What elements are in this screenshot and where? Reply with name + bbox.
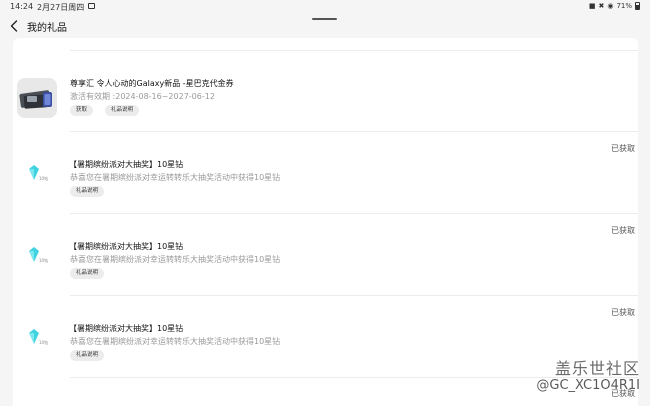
battery-level: 71% — [616, 2, 632, 10]
header: 我的礼品 — [0, 13, 650, 37]
list-divider — [70, 295, 638, 296]
status-bar: 14:24 2月27日周四 ■ ✖ ◉ 71% — [0, 0, 650, 13]
wifi-icon: ◉ — [607, 2, 614, 10]
page-title: 我的礼品 — [27, 23, 67, 34]
watermark-community-name: 盖乐世社区 — [554, 359, 640, 378]
gift-item-starbucks[interactable]: 尊享汇 令人心动的Galaxy新品 -星巴克代金券 激活有效期 :2024-08… — [13, 62, 638, 132]
gallery-notification-icon — [88, 3, 95, 9]
diamond-caption: 10钻 — [39, 339, 48, 345]
gift-item-diamond[interactable]: 10钻 已获取 【暑期缤纷派对大抽奖】10星钻 恭喜您在暑期缤纷派对幸运转转乐大… — [13, 297, 638, 377]
diamond-caption: 10钻 — [39, 175, 48, 181]
list-divider — [70, 131, 638, 132]
diamond-icon: 10钻 — [17, 162, 57, 202]
status-icons: ■ ✖ ◉ 71% — [589, 2, 640, 10]
status-date: 2月27日周四 — [37, 3, 85, 12]
gift-title: 尊享汇 令人心动的Galaxy新品 -星巴克代金券 — [70, 79, 234, 88]
status-obtained: 已获取 — [611, 144, 635, 153]
list-divider — [70, 213, 638, 214]
gift-title: 【暑期缤纷派对大抽奖】10星钻 — [69, 324, 184, 333]
watermark-user-handle: @GC_XC1O4R1I — [536, 378, 640, 393]
gift-item-diamond[interactable]: 10钻 已获取 【暑期缤纷派对大抽奖】10星钻 恭喜您在暑期缤纷派对幸运转转乐大… — [13, 133, 638, 213]
diamond-icon: 10钻 — [17, 244, 57, 284]
gift-description: 恭喜您在暑期缤纷派对幸运转转乐大抽奖活动中获得10星钻 — [70, 173, 281, 182]
gift-title: 【暑期缤纷派对大抽奖】10星钻 — [69, 160, 184, 169]
battery-icon — [635, 2, 640, 10]
diamond-icon: 10钻 — [17, 326, 57, 366]
gift-info-button[interactable]: 礼品说明 — [70, 350, 105, 361]
gift-info-button[interactable]: 礼品说明 — [70, 268, 105, 279]
screen: 14:24 2月27日周四 ■ ✖ ◉ 71% 我的礼品 尊享汇 令人心动的Ga… — [0, 0, 650, 406]
lock-icon: ■ — [588, 2, 596, 10]
status-time: 14:24 — [10, 2, 34, 11]
mute-icon: ✖ — [598, 2, 605, 10]
diamond-caption: 10钻 — [39, 257, 48, 263]
status-obtained: 已获取 — [611, 308, 635, 317]
list-divider — [70, 50, 638, 51]
gift-info-button[interactable]: 礼品说明 — [70, 186, 105, 197]
gift-item-diamond[interactable]: 10钻 已获取 【暑期缤纷派对大抽奖】10星钻 恭喜您在暑期缤纷派对幸运转转乐大… — [13, 215, 638, 295]
status-obtained: 已获取 — [611, 226, 635, 235]
back-button[interactable] — [6, 17, 22, 35]
gift-title: 【暑期缤纷派对大抽奖】10星钻 — [69, 242, 184, 251]
gift-info-button[interactable]: 礼品说明 — [105, 105, 140, 116]
gift-list: 尊享汇 令人心动的Galaxy新品 -星巴克代金券 激活有效期 :2024-08… — [13, 38, 638, 406]
chevron-left-icon — [10, 20, 18, 32]
starbucks-card-icon — [17, 78, 57, 118]
get-button[interactable]: 获取 — [70, 105, 94, 116]
gift-description: 恭喜您在暑期缤纷派对幸运转转乐大抽奖活动中获得10星钻 — [70, 337, 281, 346]
gift-validity: 激活有效期 :2024-08-16~2027-06-12 — [70, 92, 215, 101]
gift-description: 恭喜您在暑期缤纷派对幸运转转乐大抽奖活动中获得10星钻 — [70, 255, 281, 264]
